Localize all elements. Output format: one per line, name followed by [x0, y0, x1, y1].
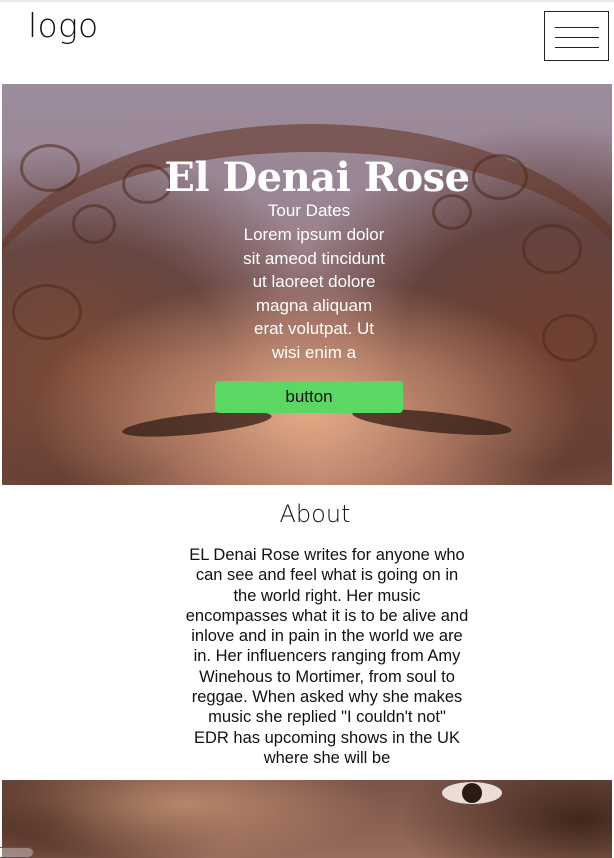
- about-text-line: encompasses what it is to be alive and: [185, 606, 469, 625]
- hero-text-line: ut laoreet dolore: [252, 272, 376, 291]
- hair-curl: [522, 224, 582, 274]
- hamburger-menu-icon: [555, 27, 599, 28]
- hero-text-line: Lorem ipsum dolor: [243, 225, 385, 244]
- hero-text-line: erat volutpat. Ut: [253, 319, 374, 338]
- hair-curl: [12, 284, 82, 340]
- hero-subtitle: Tour Dates: [267, 201, 351, 220]
- hamburger-menu-button[interactable]: [544, 11, 609, 61]
- about-text-line: Winehous to Mortimer, from soul to: [199, 667, 455, 686]
- about-text-line: where she will be: [263, 748, 391, 767]
- hair-curl: [542, 314, 597, 362]
- about-text-line: the world right. Her music: [233, 586, 421, 605]
- about-text-line: EL Denai Rose writes for anyone who: [189, 546, 465, 564]
- iris: [462, 783, 482, 803]
- scroll-handle[interactable]: [0, 847, 34, 858]
- page: logo El Denai Rose Tour Dates Lorem ipsu…: [0, 0, 614, 858]
- hero-description: Lorem ipsum dolor sit amеod tincidunt ut…: [224, 223, 404, 364]
- about-text-line: inlove and in pain in the world we are: [191, 627, 463, 646]
- hero-title: El Denai Rose: [164, 154, 470, 201]
- about-text-line: EDR has upcoming shows in the UK: [194, 728, 460, 747]
- hero-text-line: wisi enim a: [271, 342, 357, 362]
- hero-button[interactable]: button: [215, 381, 403, 413]
- about-text-line: reggae. When asked why she makes: [191, 688, 463, 707]
- logo[interactable]: logo: [28, 6, 99, 45]
- hamburger-menu-icon-bar: [555, 47, 599, 48]
- hero-section: El Denai Rose Tour Dates Lorem ipsum dol…: [2, 84, 612, 485]
- about-description: EL Denai Rose writes for anyone who can …: [173, 545, 481, 768]
- hero-text-line: sit amеod tincidunt: [243, 248, 385, 268]
- bottom-image: [2, 780, 612, 858]
- about-text-line: music she replied "I couldn't not": [208, 708, 446, 727]
- about-title: About: [279, 500, 351, 528]
- hamburger-menu-icon-bar: [555, 37, 599, 38]
- about-text-line: in. Her influencers ranging from Amy: [193, 647, 461, 666]
- hero-text-line: magna aliquam: [255, 295, 373, 315]
- header: logo: [0, 2, 614, 84]
- eye-image-detail: [442, 782, 502, 804]
- about-text-line: can see and feel what is going on in: [195, 566, 459, 585]
